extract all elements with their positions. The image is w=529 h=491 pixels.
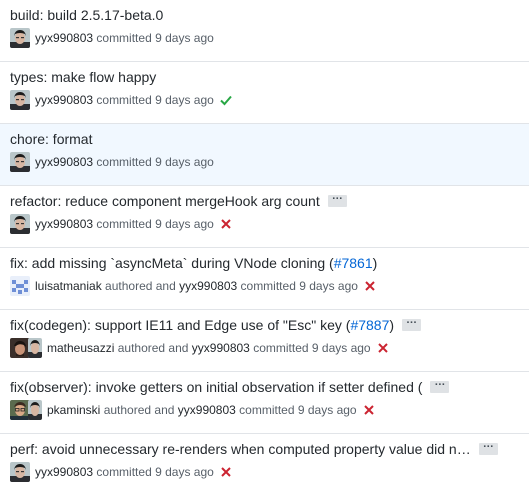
commit-message-link[interactable]: chore: format (10, 131, 92, 147)
committer-avatar[interactable] (28, 338, 42, 358)
committer-avatar[interactable] (10, 28, 30, 48)
expand-message-button[interactable]: … (327, 190, 347, 208)
committer-name[interactable]: yyx990803 (35, 93, 93, 107)
commit-row: fix: add missing `asyncMeta` during VNod… (0, 248, 529, 310)
commit-title[interactable]: refactor: reduce component mergeHook arg… (10, 190, 347, 210)
expand-message-button[interactable]: … (430, 376, 450, 394)
committer-avatar[interactable] (10, 90, 30, 110)
commit-time: 9 days ago (311, 341, 371, 355)
committer-name[interactable]: yyx990803 (178, 403, 236, 417)
commit-list: build: build 2.5.17-beta.0 yyx990803 com… (0, 0, 529, 491)
committer-name[interactable]: yyx990803 (179, 279, 237, 293)
author-avatar[interactable] (10, 400, 30, 420)
author-name[interactable]: matheusazzi (47, 341, 114, 355)
committer-avatar[interactable] (10, 152, 30, 172)
author-avatar[interactable] (10, 338, 30, 358)
committed-label: committed (240, 279, 296, 293)
x-icon[interactable] (363, 279, 377, 293)
committer-name[interactable]: yyx990803 (35, 31, 93, 45)
committer-name[interactable]: yyx990803 (35, 155, 93, 169)
commit-meta: yyx990803 committed 9 days ago (10, 462, 233, 482)
commit-row: chore: format yyx990803 committed 9 days… (0, 124, 529, 186)
author-name[interactable]: pkaminski (47, 403, 100, 417)
author-avatar[interactable] (10, 276, 30, 296)
committed-label: committed (96, 155, 152, 169)
commit-title[interactable]: fix(observer): invoke getters on initial… (10, 376, 450, 396)
commit-row: fix(codegen): support IE11 and Edge use … (0, 310, 529, 372)
committed-label: committed (253, 341, 309, 355)
commit-title[interactable]: perf: avoid unnecessary re-renders when … (10, 438, 498, 458)
authored-label: authored and (105, 279, 176, 293)
commit-message-close: ) (389, 317, 395, 333)
commit-time: 9 days ago (155, 155, 214, 169)
authored-label: authored and (103, 403, 175, 417)
pull-request-link[interactable]: #7861 (334, 255, 373, 271)
commit-title[interactable]: fix(codegen): support IE11 and Edge use … (10, 314, 422, 334)
commit-message-link[interactable]: fix: add missing `asyncMeta` during VNod… (10, 255, 334, 271)
commit-meta: luisatmaniak authored and yyx990803 comm… (10, 276, 377, 296)
commit-row: build: build 2.5.17-beta.0 yyx990803 com… (0, 0, 529, 62)
author-name[interactable]: luisatmaniak (35, 279, 102, 293)
commit-time: 9 days ago (155, 31, 214, 45)
commit-title[interactable]: chore: format (10, 130, 92, 148)
commit-message-link[interactable]: fix(observer): invoke getters on initial… (10, 379, 422, 395)
committer-name[interactable]: yyx990803 (192, 341, 250, 355)
commit-meta: yyx990803 committed 9 days ago (10, 152, 214, 172)
commit-message-link[interactable]: refactor: reduce component mergeHook arg… (10, 193, 320, 209)
commit-meta: pkaminski authored and yyx990803 committ… (10, 400, 376, 420)
commit-message-link[interactable]: types: make flow happy (10, 69, 156, 85)
x-icon[interactable] (376, 341, 390, 355)
commit-time: 9 days ago (297, 403, 357, 417)
x-icon[interactable] (219, 465, 233, 479)
commit-message-close: ) (372, 255, 378, 271)
check-icon[interactable] (219, 93, 233, 107)
commit-row: types: make flow happy yyx990803 committ… (0, 62, 529, 124)
commit-meta: matheusazzi authored and yyx990803 commi… (10, 338, 390, 358)
commit-row: refactor: reduce component mergeHook arg… (0, 186, 529, 248)
commit-title[interactable]: build: build 2.5.17-beta.0 (10, 6, 163, 24)
commit-time: 9 days ago (155, 217, 214, 231)
authored-label: authored and (117, 341, 189, 355)
commit-meta: yyx990803 committed 9 days ago (10, 90, 233, 110)
committed-label: committed (96, 93, 152, 107)
avatar-group (10, 400, 42, 420)
committer-avatar[interactable] (10, 462, 30, 482)
commit-meta: yyx990803 committed 9 days ago (10, 214, 233, 234)
committer-avatar[interactable] (28, 400, 42, 420)
committed-label: committed (96, 31, 152, 45)
commit-title[interactable]: fix: add missing `asyncMeta` during VNod… (10, 254, 377, 272)
x-icon[interactable] (219, 217, 233, 231)
committed-label: committed (239, 403, 295, 417)
commit-message-link[interactable]: build: build 2.5.17-beta.0 (10, 7, 163, 23)
committer-name[interactable]: yyx990803 (35, 217, 93, 231)
x-icon[interactable] (362, 403, 376, 417)
commit-row: perf: avoid unnecessary re-renders when … (0, 434, 529, 491)
commit-time: 9 days ago (155, 93, 214, 107)
committed-label: committed (96, 465, 152, 479)
expand-message-button[interactable]: … (478, 438, 498, 456)
commit-row: fix(observer): invoke getters on initial… (0, 372, 529, 434)
committer-avatar[interactable] (10, 214, 30, 234)
expand-message-button[interactable]: … (402, 314, 422, 332)
commit-message-link[interactable]: perf: avoid unnecessary re-renders when … (10, 441, 471, 457)
committer-name[interactable]: yyx990803 (35, 465, 93, 479)
pull-request-link[interactable]: #7887 (350, 317, 389, 333)
commit-message-link[interactable]: fix(codegen): support IE11 and Edge use … (10, 317, 350, 333)
avatar-group (10, 338, 42, 358)
commit-time: 9 days ago (155, 465, 214, 479)
commit-title[interactable]: types: make flow happy (10, 68, 156, 86)
committed-label: committed (96, 217, 152, 231)
commit-time: 9 days ago (299, 279, 358, 293)
commit-meta: yyx990803 committed 9 days ago (10, 28, 214, 48)
